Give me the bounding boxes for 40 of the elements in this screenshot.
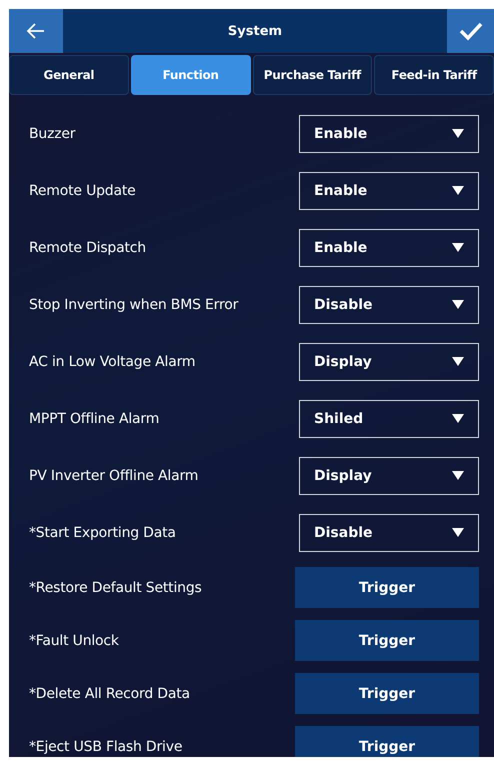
setting-label: *Restore Default Settings: [29, 580, 202, 596]
setting-label: Stop Inverting when BMS Error: [29, 296, 238, 312]
setting-label: *Start Exporting Data: [29, 524, 176, 540]
dropdown-arrow-icon: [452, 300, 464, 309]
setting-label: AC in Low Voltage Alarm: [29, 354, 196, 370]
dropdown-arrow-icon: [452, 528, 464, 537]
dropdown[interactable]: Enable: [299, 172, 479, 210]
back-arrow-icon: [26, 22, 46, 40]
dropdown[interactable]: Enable: [299, 228, 479, 266]
setting-label: *Fault Unlock: [29, 632, 119, 648]
setting-label: Buzzer: [29, 126, 76, 142]
back-button[interactable]: [9, 9, 63, 53]
dropdown-arrow-icon: [452, 186, 464, 195]
dropdown[interactable]: Shiled: [299, 400, 479, 438]
dropdown-arrow-icon: [452, 471, 464, 480]
tab[interactable]: General: [9, 55, 129, 95]
dropdown[interactable]: Display: [299, 456, 479, 494]
setting-label: Remote Update: [29, 182, 136, 198]
confirm-button[interactable]: [447, 9, 494, 53]
dropdown-arrow-icon: [452, 357, 464, 366]
dropdown[interactable]: Display: [299, 342, 479, 380]
setting-label: *Delete All Record Data: [29, 686, 190, 702]
trigger-button[interactable]: Trigger: [295, 726, 479, 757]
setting-label: *Eject USB Flash Drive: [29, 738, 182, 754]
trigger-button[interactable]: Trigger: [295, 620, 479, 661]
dropdown[interactable]: Enable: [299, 114, 479, 152]
trigger-button[interactable]: Trigger: [295, 567, 479, 608]
dropdown[interactable]: Disable: [299, 286, 479, 324]
page-title: System: [228, 24, 282, 38]
dropdown[interactable]: Disable: [299, 514, 479, 552]
setting-label: PV Inverter Offline Alarm: [29, 468, 198, 484]
tab[interactable]: Purchase Tariff: [252, 55, 372, 95]
setting-label: MPPT Offline Alarm: [29, 410, 160, 426]
tab[interactable]: Feed-in Tariff: [374, 55, 494, 95]
dropdown-arrow-icon: [452, 414, 464, 423]
dropdown-arrow-icon: [452, 243, 464, 252]
dropdown-arrow-icon: [452, 129, 464, 138]
trigger-button[interactable]: Trigger: [295, 673, 479, 714]
check-icon: [458, 21, 482, 41]
setting-label: Remote Dispatch: [29, 240, 146, 256]
